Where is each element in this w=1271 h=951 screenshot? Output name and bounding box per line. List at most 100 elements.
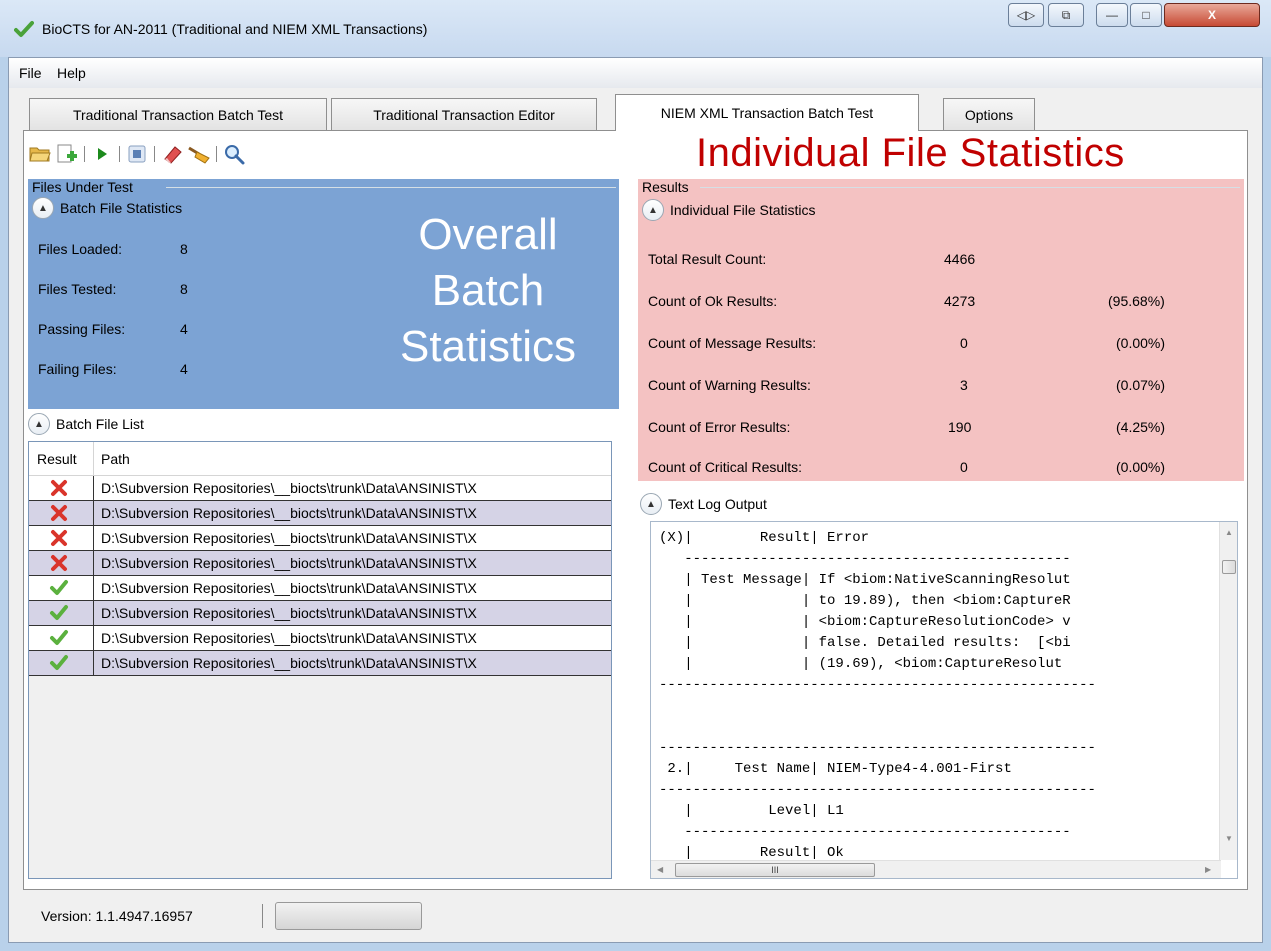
files-loaded-label: Files Loaded:: [38, 241, 123, 257]
maximize-icon: □: [1142, 8, 1150, 22]
add-file-icon: [57, 144, 77, 163]
vertical-scrollbar[interactable]: ▲ ▼: [1219, 522, 1237, 860]
magnifier-icon: [225, 145, 245, 165]
scroll-up-icon[interactable]: ▲: [1225, 528, 1233, 537]
run-button[interactable]: [90, 142, 114, 166]
collapse-icon: ▲: [640, 493, 662, 515]
scroll-left-icon[interactable]: ◀: [657, 865, 663, 874]
maximize-button[interactable]: □: [1130, 3, 1162, 27]
individual-stats-highlight: Results ▲ Individual File Statistics Tot…: [638, 179, 1244, 481]
pass-check-icon: [50, 655, 68, 670]
table-row[interactable]: D:\Subversion Repositories\__biocts\trun…: [29, 576, 611, 601]
failing-files-label: Failing Files:: [38, 361, 117, 377]
horizontal-scroll-thumb[interactable]: III: [675, 863, 875, 877]
tab-options[interactable]: Options: [943, 98, 1035, 130]
warning-results-pct: (0.07%): [1116, 377, 1166, 393]
annotation-line: Overall: [418, 210, 558, 259]
pass-check-icon: [50, 605, 68, 620]
menu-help[interactable]: Help: [57, 65, 86, 81]
scroll-right-icon[interactable]: ▶: [1205, 865, 1211, 874]
status-separator: [262, 904, 263, 928]
total-result-label: Total Result Count:: [648, 251, 767, 267]
menu-file[interactable]: File: [19, 65, 42, 81]
horizontal-scrollbar[interactable]: ◀ III ▶: [651, 860, 1221, 878]
arrows-icon: ◁▷: [1016, 8, 1036, 22]
warning-results-value: 3: [960, 377, 968, 393]
table-row[interactable]: D:\Subversion Repositories\__biocts\trun…: [29, 476, 611, 501]
batch-file-list-expander[interactable]: ▲ Batch File List: [28, 413, 144, 435]
tab-traditional-editor[interactable]: Traditional Transaction Editor: [331, 98, 597, 130]
version-label: Version: 1.1.4947.16957: [41, 908, 193, 924]
vertical-scroll-thumb[interactable]: [1222, 560, 1236, 574]
status-bar: Version: 1.1.4947.16957: [23, 896, 1248, 938]
inspect-button[interactable]: [222, 142, 246, 166]
scroll-grip-icon: III: [771, 865, 779, 875]
results-pane: Results ▲ Individual File Statistics Tot…: [638, 179, 1244, 885]
text-log-expander[interactable]: ▲ Text Log Output: [640, 493, 767, 515]
table-row[interactable]: D:\Subversion Repositories\__biocts\trun…: [29, 601, 611, 626]
close-icon: X: [1207, 8, 1216, 22]
files-tested-label: Files Tested:: [38, 281, 117, 297]
scroll-down-icon[interactable]: ▼: [1225, 834, 1233, 843]
batch-stats-expander[interactable]: ▲ Batch File Statistics: [32, 197, 182, 219]
log-line: | | false. Detailed results: [<bi: [659, 635, 1071, 651]
grid-header: Result Path: [29, 442, 611, 476]
minimize-button[interactable]: —: [1096, 3, 1128, 27]
results-label: Results: [642, 179, 689, 195]
files-under-test-pane: Files Under Test ▲ Batch File Statistics…: [28, 179, 619, 885]
batch-stats-header: Batch File Statistics: [60, 200, 183, 216]
text-log-output[interactable]: (X)| Result| Error ---------------------…: [650, 521, 1238, 879]
passing-files-value: 4: [180, 321, 188, 337]
error-results-pct: (4.25%): [1116, 419, 1166, 435]
window-title: BioCTS for AN-2011 (Traditional and NIEM…: [42, 21, 428, 37]
table-row[interactable]: D:\Subversion Repositories\__biocts\trun…: [29, 651, 611, 676]
column-divider: [93, 626, 94, 651]
file-path: D:\Subversion Repositories\__biocts\trun…: [101, 605, 477, 621]
app-check-icon: [14, 21, 34, 37]
log-line: | Test Message| If <biom:NativeScanningR…: [659, 572, 1071, 588]
table-row[interactable]: D:\Subversion Repositories\__biocts\trun…: [29, 626, 611, 651]
tab-niem-batch-test[interactable]: NIEM XML Transaction Batch Test: [615, 94, 919, 131]
close-button[interactable]: X: [1164, 3, 1260, 27]
warning-results-label: Count of Warning Results:: [648, 377, 811, 393]
file-path: D:\Subversion Repositories\__biocts\trun…: [101, 505, 477, 521]
annotation-line: Statistics: [399, 322, 577, 371]
broom-icon: [188, 146, 210, 164]
annotation-line: Batch: [431, 266, 545, 315]
log-line: (X)| Result| Error: [659, 530, 870, 546]
log-line: ----------------------------------------…: [659, 677, 1096, 693]
file-path: D:\Subversion Repositories\__biocts\trun…: [101, 480, 477, 496]
fail-x-icon: [51, 530, 67, 546]
overall-batch-annotation: Overall Batch Statistics: [368, 207, 608, 375]
individual-stats-expander[interactable]: ▲ Individual File Statistics: [642, 199, 816, 221]
column-divider: [93, 501, 94, 526]
window-switch-button[interactable]: ⧉: [1048, 3, 1084, 27]
individual-stats-header: Individual File Statistics: [670, 202, 816, 218]
clear-button[interactable]: [187, 142, 211, 166]
play-icon: [98, 148, 107, 160]
passing-files-label: Passing Files:: [38, 321, 126, 337]
stop-button[interactable]: [125, 142, 149, 166]
ok-results-value: 4273: [944, 293, 976, 309]
add-file-button[interactable]: [55, 142, 79, 166]
column-header-result[interactable]: Result: [37, 451, 77, 467]
column-header-path[interactable]: Path: [101, 451, 130, 467]
log-line: ----------------------------------------…: [659, 824, 1071, 840]
text-log-header: Text Log Output: [668, 496, 767, 512]
fail-x-icon: [51, 505, 67, 521]
open-folder-button[interactable]: [28, 142, 52, 166]
tab-traditional-batch-test[interactable]: Traditional Transaction Batch Test: [29, 98, 327, 130]
column-divider: [93, 651, 94, 676]
minimize-icon: —: [1106, 8, 1118, 22]
title-bar: BioCTS for AN-2011 (Traditional and NIEM…: [0, 0, 1271, 57]
taskbar-arrows-button[interactable]: ◁▷: [1008, 3, 1044, 27]
collapse-icon: ▲: [32, 197, 54, 219]
column-divider: [93, 442, 94, 476]
window-switch-icon: ⧉: [1061, 7, 1071, 22]
table-row[interactable]: D:\Subversion Repositories\__biocts\trun…: [29, 551, 611, 576]
table-row[interactable]: D:\Subversion Repositories\__biocts\trun…: [29, 526, 611, 551]
table-row[interactable]: D:\Subversion Repositories\__biocts\trun…: [29, 501, 611, 526]
log-line: ----------------------------------------…: [659, 551, 1071, 567]
erase-button[interactable]: [160, 142, 184, 166]
toolbar-separator: [216, 146, 217, 162]
